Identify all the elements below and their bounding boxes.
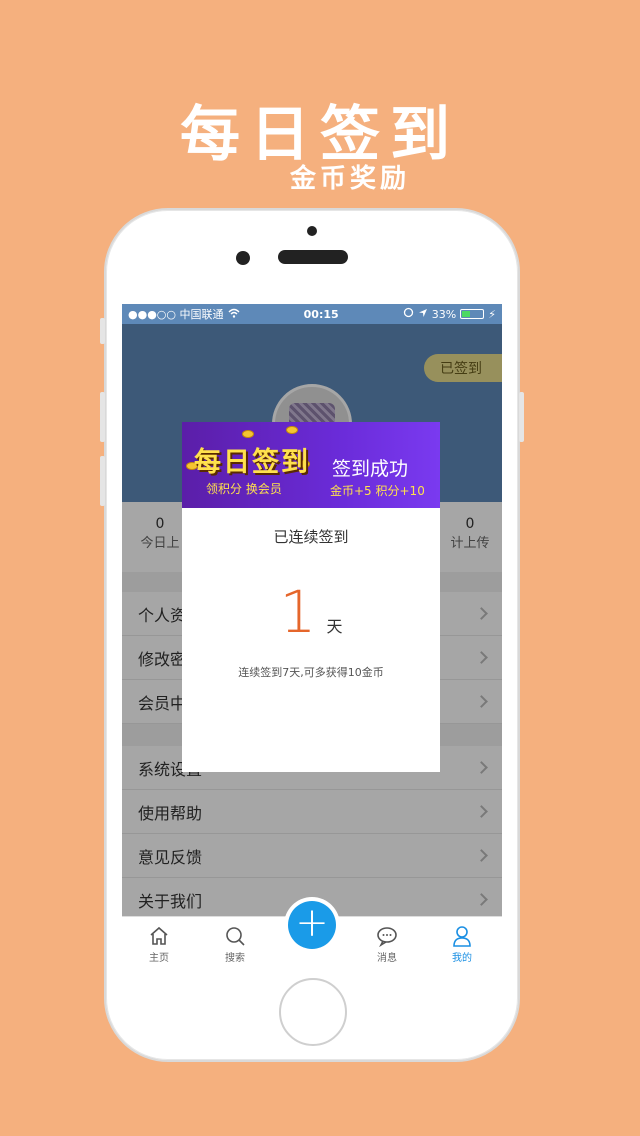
publish-button-wrap: + — [284, 897, 340, 953]
tab-label: 我的 — [452, 953, 472, 964]
tab-label: 消息 — [377, 953, 397, 964]
tab-home[interactable]: 主页 — [129, 923, 189, 964]
home-icon — [129, 923, 189, 949]
tab-label: 主页 — [149, 953, 169, 964]
streak-tip: 连续签到7天,可多获得10金币 — [238, 666, 384, 679]
mute-switch — [100, 318, 105, 344]
promo-subtitle: 金币奖励 — [289, 164, 410, 194]
front-sensor — [307, 226, 317, 236]
battery-percent: 33% — [431, 307, 457, 321]
streak-days: 1天 — [182, 578, 440, 646]
banner-title: 每日签到 — [194, 447, 310, 478]
checkin-dialog: 每日签到 领积分 换会员 签到成功 金币+5 积分+10 已连续签到 1天 连续… — [182, 422, 440, 772]
tab-bar: 主页 搜索 + 消息 我的 — [122, 897, 502, 968]
power-button — [519, 392, 524, 442]
charging-icon: ⚡ — [488, 307, 496, 321]
publish-button[interactable]: + — [288, 901, 336, 949]
battery-icon — [460, 309, 485, 319]
location-icon — [418, 308, 428, 321]
banner-slogan: 领积分 换会员 — [206, 482, 282, 496]
tab-messages[interactable]: 消息 — [357, 923, 417, 964]
home-button[interactable] — [279, 978, 347, 1046]
streak-unit: 天 — [326, 617, 343, 636]
carrier-text: ●●●○○ 中国联通 — [128, 308, 224, 321]
wifi-icon — [228, 308, 240, 321]
message-icon — [357, 923, 417, 949]
coin-icon — [286, 426, 298, 434]
tab-search[interactable]: 搜索 — [205, 923, 265, 964]
checkin-banner: 每日签到 领积分 换会员 签到成功 金币+5 积分+10 — [182, 422, 440, 508]
search-icon — [205, 923, 265, 949]
tab-profile[interactable]: 我的 — [432, 923, 492, 964]
streak-heading: 已连续签到 — [273, 528, 349, 546]
banner-reward-text: 金币+5 积分+10 — [330, 484, 425, 498]
front-camera — [236, 251, 250, 265]
banner-success-text: 签到成功 — [332, 458, 409, 480]
tab-label: 搜索 — [225, 953, 245, 964]
status-bar: ●●●○○ 中国联通 00:15 33% ⚡ — [122, 304, 502, 324]
volume-down-button — [100, 456, 105, 506]
streak-count: 1 — [279, 578, 317, 646]
volume-up-button — [100, 392, 105, 442]
rotation-lock-icon — [403, 307, 414, 321]
user-icon — [432, 923, 492, 949]
coin-icon — [242, 430, 254, 438]
earpiece-speaker — [278, 250, 348, 264]
clock: 00:15 — [303, 307, 339, 321]
